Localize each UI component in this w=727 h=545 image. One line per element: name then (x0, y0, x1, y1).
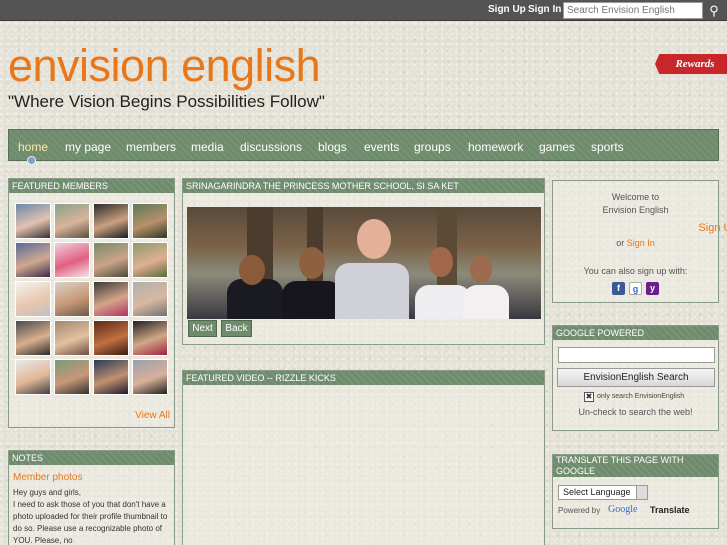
avatar[interactable] (132, 242, 168, 278)
avatar[interactable] (132, 359, 168, 395)
avatar[interactable] (54, 281, 90, 317)
avatar[interactable] (93, 281, 129, 317)
slideshow-heading: SRINAGARINDRA THE PRINCESS MOTHER SCHOOL… (183, 179, 544, 193)
signin-line: or Sign In (553, 238, 718, 248)
avatar[interactable] (93, 242, 129, 278)
google-search-heading: GOOGLE POWERED (553, 326, 718, 340)
nav-discussions[interactable]: discussions (240, 140, 302, 154)
only-site-label: only search EnvisionEnglish (597, 393, 685, 400)
uncheck-hint: Un-check to search the web! (578, 407, 693, 417)
google-search-input[interactable] (558, 347, 715, 363)
chevron-down-icon (636, 485, 648, 500)
avatar[interactable] (132, 203, 168, 239)
google-logo: Google (608, 504, 638, 515)
note-title-link[interactable]: Member photos (13, 472, 82, 483)
welcome-line: Welcome to (611, 192, 660, 202)
site-search-input[interactable] (563, 2, 703, 19)
featured-video-heading: FEATURED VIDEO -- RIZZLE KICKS (183, 371, 544, 385)
signup-link[interactable]: Sign Up (636, 222, 727, 234)
view-all-members-link[interactable]: View All (135, 410, 170, 421)
site-title[interactable]: envision english (8, 40, 321, 92)
site-tagline: "Where Vision Begins Possibilities Follo… (8, 92, 325, 111)
or-text: or (616, 238, 625, 248)
avatar[interactable] (93, 320, 129, 356)
top-bar: Sign Up Sign In ⚲ (0, 0, 727, 21)
nav-members[interactable]: members (126, 140, 176, 154)
avatar[interactable] (54, 359, 90, 395)
also-signup-text: You can also sign up with: (583, 266, 688, 276)
google-icon[interactable]: g (629, 282, 642, 295)
slideshow-panel: SRINAGARINDRA THE PRINCESS MOTHER SCHOOL… (182, 178, 545, 345)
nav-events[interactable]: events (364, 140, 399, 154)
nav-home[interactable]: home (18, 140, 48, 154)
search-icon[interactable]: ⚲ (705, 2, 723, 19)
notes-heading: NOTES (9, 451, 174, 465)
google-search-button[interactable]: EnvisionEnglish Search (557, 368, 715, 387)
signup-link-top[interactable]: Sign Up (488, 4, 526, 15)
nav-my-page[interactable]: my page (65, 140, 111, 154)
avatar[interactable] (54, 320, 90, 356)
avatar[interactable] (15, 320, 51, 356)
facebook-icon[interactable]: f (612, 282, 625, 295)
nav-media[interactable]: media (191, 140, 224, 154)
language-select-value: Select Language (563, 487, 631, 497)
nav-blogs[interactable]: blogs (318, 140, 347, 154)
nav-games[interactable]: games (539, 140, 575, 154)
signin-link[interactable]: Sign In (627, 238, 655, 248)
nav-groups[interactable]: groups (414, 140, 451, 154)
signin-link-top[interactable]: Sign In (528, 4, 561, 15)
avatar[interactable] (93, 359, 129, 395)
active-nav-indicator (27, 156, 36, 165)
translate-link[interactable]: Translate (650, 505, 690, 515)
avatar[interactable] (15, 203, 51, 239)
rewards-badge[interactable]: Rewards (655, 54, 727, 74)
translate-heading: TRANSLATE THIS PAGE WITH GOOGLE (553, 455, 718, 477)
slideshow-next-button[interactable]: Next (188, 320, 217, 337)
featured-video-panel: FEATURED VIDEO -- RIZZLE KICKS (182, 370, 545, 545)
language-select[interactable]: Select Language (558, 485, 648, 500)
notes-panel: NOTES Member photos Hey guys and girls, … (8, 450, 175, 545)
members-grid (15, 203, 171, 395)
nav-homework[interactable]: homework (468, 140, 523, 154)
avatar[interactable] (54, 203, 90, 239)
slideshow-back-button[interactable]: Back (221, 320, 252, 337)
main-nav: home my page members media discussions b… (8, 129, 719, 161)
avatar[interactable] (93, 203, 129, 239)
welcome-site-name: Envision English (602, 205, 669, 215)
powered-by-text: Powered by (558, 506, 601, 515)
yahoo-icon[interactable]: y (646, 282, 659, 295)
google-search-panel: GOOGLE POWERED EnvisionEnglish Search ✖ … (552, 325, 719, 431)
avatar[interactable] (54, 242, 90, 278)
welcome-box: Welcome to Envision English Sign Up or S… (552, 180, 727, 303)
slideshow-photo[interactable] (187, 207, 541, 319)
avatar[interactable] (15, 359, 51, 395)
avatar[interactable] (132, 320, 168, 356)
translate-panel: TRANSLATE THIS PAGE WITH GOOGLE Select L… (552, 454, 719, 529)
featured-members-heading: FEATURED MEMBERS (9, 179, 174, 193)
social-signup-icons: f g y (612, 282, 659, 295)
avatar[interactable] (15, 281, 51, 317)
avatar[interactable] (132, 281, 168, 317)
note-body: Hey guys and girls, I need to ask those … (13, 488, 168, 545)
only-site-checkbox[interactable]: ✖ (584, 392, 594, 402)
featured-members-panel: FEATURED MEMBERS View All (8, 178, 175, 428)
nav-sports[interactable]: sports (591, 140, 624, 154)
avatar[interactable] (15, 242, 51, 278)
